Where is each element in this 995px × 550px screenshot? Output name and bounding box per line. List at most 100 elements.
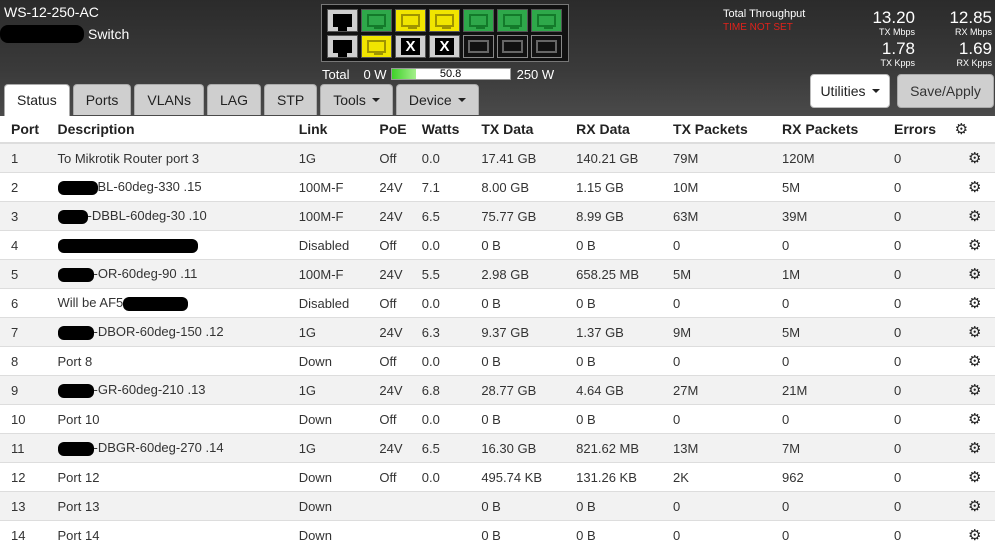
row-settings-button[interactable]: ⚙	[954, 259, 995, 289]
row-settings-button[interactable]: ⚙	[954, 404, 995, 434]
port-indicator-top-4[interactable]	[429, 9, 460, 32]
port-number-cell: 2	[0, 172, 58, 202]
port-indicator-bottom-5[interactable]	[463, 35, 494, 58]
rx-packets-cell: 5M	[782, 172, 895, 202]
port-number-cell: 13	[0, 491, 58, 521]
rx-packets-cell: 0	[782, 520, 895, 549]
tab-tools[interactable]: Tools	[320, 84, 393, 115]
port-description-text: -GR-60deg-210 .13	[93, 382, 206, 398]
throughput-label: Total Throughput	[723, 8, 806, 20]
link-status-cell: Disabled	[298, 230, 380, 260]
port-description-cell: Will be AF5	[57, 288, 299, 318]
port-indicator-bottom-1[interactable]	[327, 35, 358, 58]
power-bar: 50.8	[390, 68, 511, 80]
col-link[interactable]: Link	[298, 116, 380, 144]
tx-data-cell: 0 B	[481, 230, 577, 260]
port-indicator-top-6[interactable]	[497, 9, 528, 32]
tab-device[interactable]: Device	[395, 84, 479, 115]
port-indicator-bottom-7[interactable]	[531, 35, 562, 58]
row-settings-button[interactable]: ⚙	[954, 462, 995, 492]
errors-cell: 0	[894, 288, 955, 318]
errors-cell: 0	[894, 491, 955, 521]
tx-mbps-value: 13.20	[872, 8, 915, 27]
row-settings-button[interactable]: ⚙	[954, 230, 995, 260]
col-port[interactable]: Port	[0, 116, 58, 144]
ethernet-port-icon	[333, 40, 352, 57]
tx-packets-cell: 27M	[673, 375, 783, 405]
col-tx-packets[interactable]: TX Packets	[673, 116, 783, 144]
tx-packets-cell: 9M	[673, 317, 783, 347]
rx-data-cell: 821.62 MB	[576, 433, 674, 463]
col-rx-packets[interactable]: RX Packets	[782, 116, 895, 144]
port-description-text: -DBOR-60deg-150 .12	[93, 324, 224, 340]
redacted-text	[57, 383, 94, 398]
col-errors[interactable]: Errors	[894, 116, 955, 144]
poe-status-cell: Off	[379, 142, 422, 173]
tab-status[interactable]: Status	[4, 84, 70, 116]
time-not-set-warning: TIME NOT SET	[723, 22, 793, 33]
sfp-port-icon	[536, 40, 557, 53]
row-settings-button[interactable]: ⚙	[954, 288, 995, 318]
rx-data-cell: 0 B	[576, 520, 674, 549]
port-indicator-top-5[interactable]	[463, 9, 494, 32]
rx-packets-cell: 120M	[782, 142, 895, 173]
row-settings-button[interactable]: ⚙	[954, 520, 995, 549]
tab-stp[interactable]: STP	[263, 84, 318, 115]
poe-watts-cell: 0.0	[421, 230, 482, 260]
port-description-cell: -DBBL-60deg-30 .10	[57, 201, 299, 231]
row-settings-button[interactable]: ⚙	[954, 433, 995, 463]
port-indicator-top-7[interactable]	[531, 9, 562, 32]
tab-status-label: Status	[17, 92, 57, 108]
errors-cell: 0	[894, 142, 955, 173]
port-indicator-bottom-3[interactable]: X	[395, 35, 426, 58]
poe-watts-cell: 7.1	[421, 172, 482, 202]
port-description-text: Port 10	[57, 411, 100, 427]
row-settings-button[interactable]: ⚙	[954, 375, 995, 405]
link-status-cell: 1G	[298, 375, 380, 405]
rx-data-cell: 0 B	[576, 404, 674, 434]
poe-status-cell: Off	[379, 462, 422, 492]
errors-cell: 0	[894, 317, 955, 347]
utilities-button[interactable]: Utilities	[810, 74, 890, 108]
errors-cell: 0	[894, 404, 955, 434]
tab-vlans[interactable]: VLANs	[134, 84, 204, 115]
rx-mbps-value: 12.85	[949, 8, 992, 27]
port-indicator-top-2[interactable]	[361, 9, 392, 32]
save-apply-label: Save/Apply	[910, 83, 981, 99]
port-description-text: Port 14	[57, 527, 100, 543]
rx-packets-cell: 962	[782, 462, 895, 492]
tab-ports-label: Ports	[85, 91, 119, 108]
row-settings-button[interactable]: ⚙	[954, 142, 995, 173]
col-watts[interactable]: Watts	[421, 116, 482, 144]
col-tx-data[interactable]: TX Data	[481, 116, 577, 144]
poe-status-cell: 24V	[379, 201, 422, 231]
row-settings-button[interactable]: ⚙	[954, 346, 995, 376]
port-indicator-bottom-2[interactable]	[361, 35, 392, 58]
table-row: 12 Port 12 Down Off 0.0 495.74 KB 131.26 KB 2K 9…	[0, 462, 995, 492]
port-disabled-icon: X	[401, 38, 420, 55]
tx-mbps-stat: 13.20 TX Mbps	[860, 8, 915, 38]
row-settings-button[interactable]: ⚙	[954, 491, 995, 521]
port-indicator-top-1[interactable]	[327, 9, 358, 32]
rx-data-cell: 8.99 GB	[576, 201, 674, 231]
save-apply-button[interactable]: Save/Apply	[897, 74, 994, 108]
tab-lag[interactable]: LAG	[206, 84, 261, 115]
row-settings-button[interactable]: ⚙	[954, 172, 995, 202]
col-description[interactable]: Description	[57, 116, 299, 144]
errors-cell: 0	[894, 462, 955, 492]
col-rx-data[interactable]: RX Data	[576, 116, 674, 144]
port-indicator-bottom-4[interactable]: X	[429, 35, 460, 58]
errors-cell: 0	[894, 230, 955, 260]
table-settings-button[interactable]: ⚙	[954, 116, 995, 144]
row-settings-button[interactable]: ⚙	[954, 201, 995, 231]
gear-icon: ⚙	[968, 324, 982, 341]
col-poe[interactable]: PoE	[379, 116, 422, 144]
errors-cell: 0	[894, 172, 955, 202]
port-disabled-icon: X	[435, 38, 454, 55]
tab-ports[interactable]: Ports	[72, 84, 132, 115]
rx-data-cell: 1.37 GB	[576, 317, 674, 347]
rx-mbps-stat: 12.85 RX Mbps	[937, 8, 992, 38]
row-settings-button[interactable]: ⚙	[954, 317, 995, 347]
port-indicator-top-3[interactable]	[395, 9, 426, 32]
port-indicator-bottom-6[interactable]	[497, 35, 528, 58]
